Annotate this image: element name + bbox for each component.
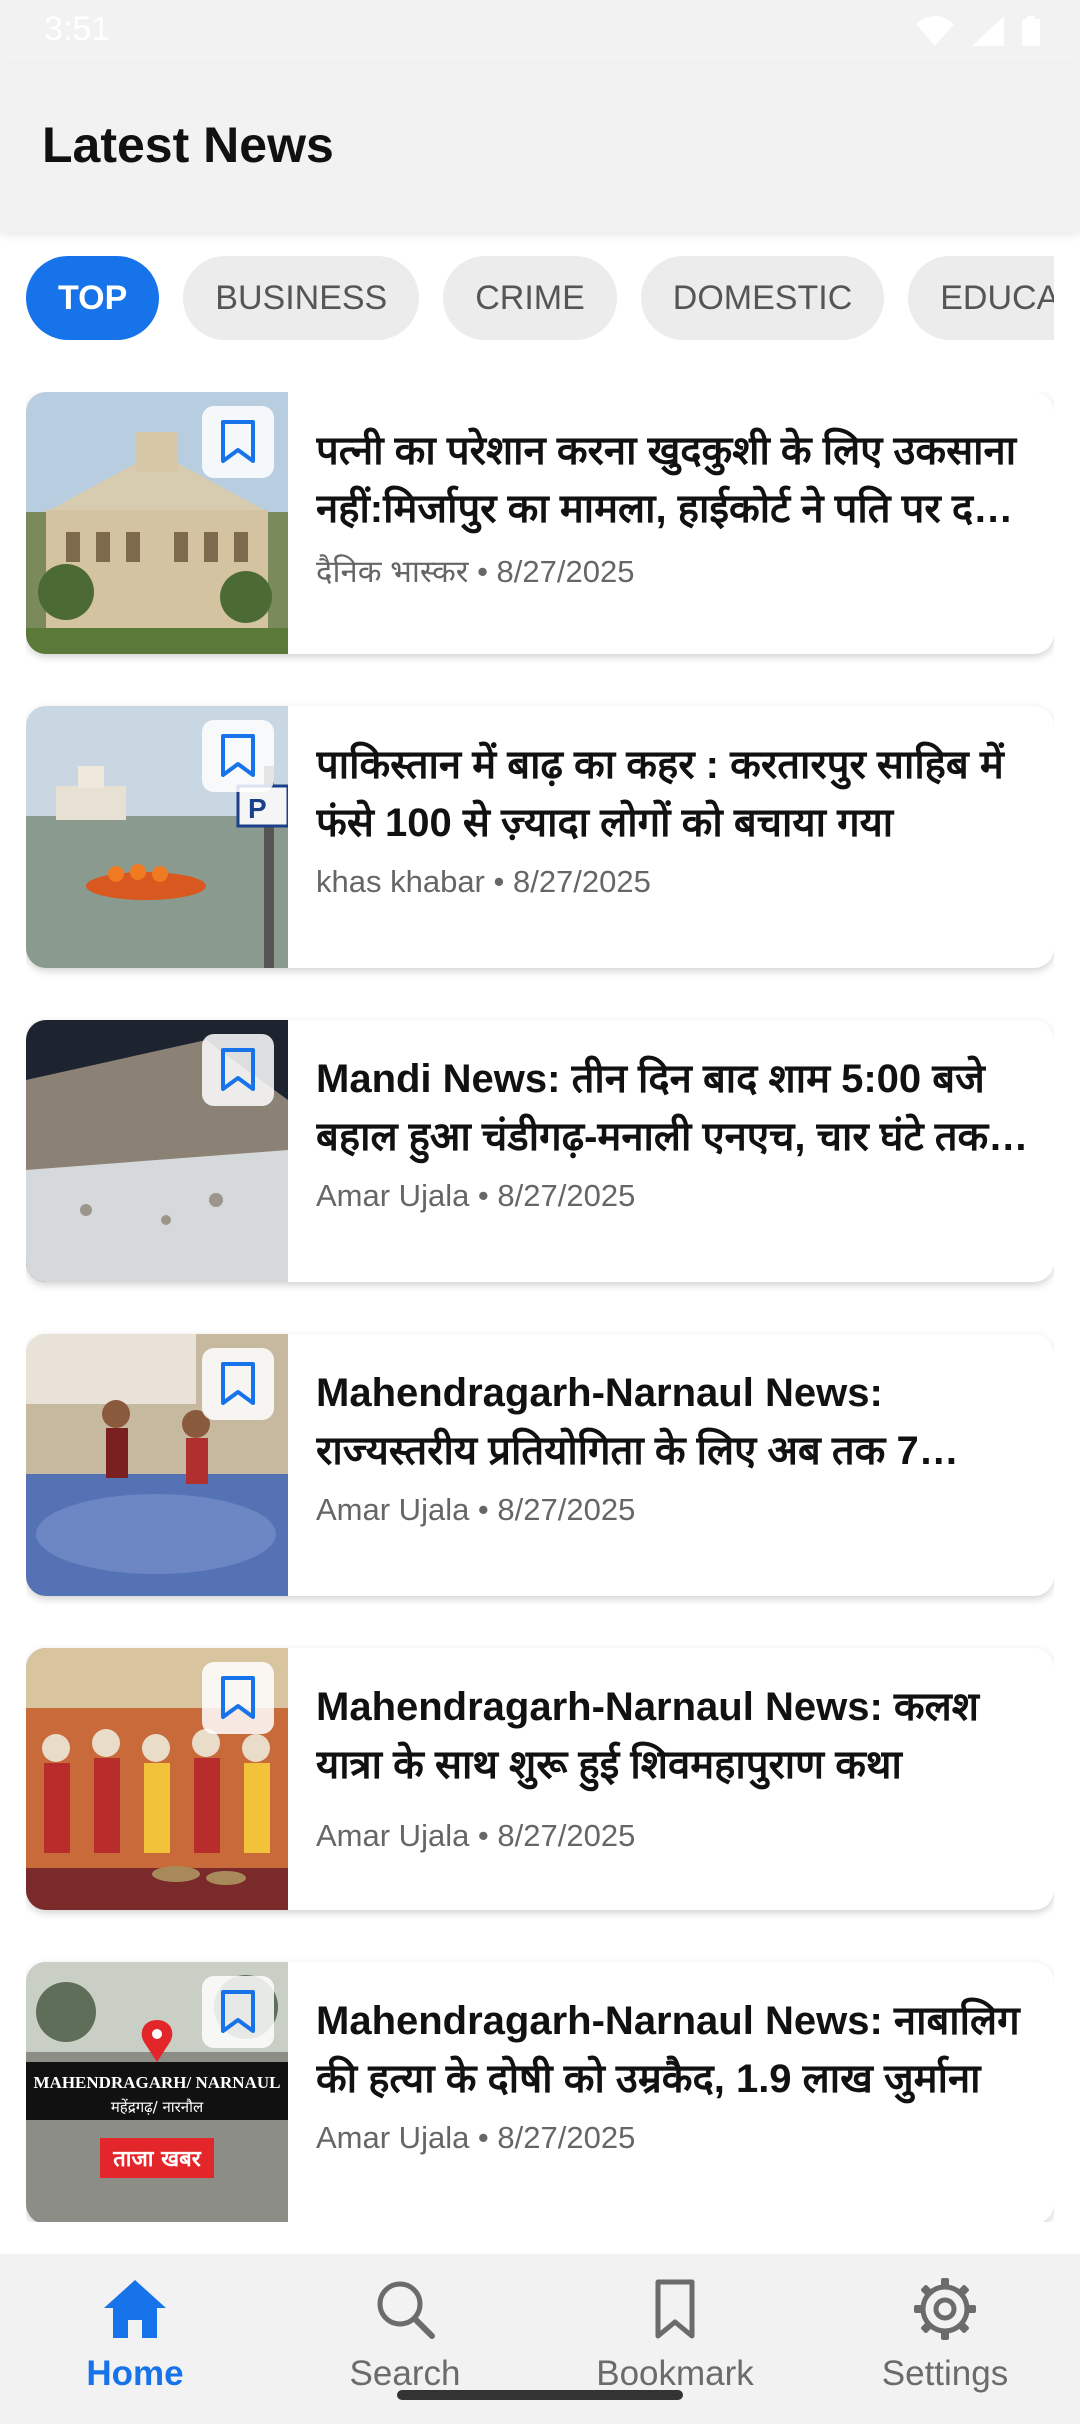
battery-icon [1022, 16, 1040, 46]
news-title: पाकिस्तान में बाढ़ का कहर : करतारपुर साह… [316, 743, 1004, 845]
bookmark-icon [221, 1048, 255, 1091]
chip-business[interactable]: BUSINESS [183, 256, 420, 340]
thumb-banner-text: MAHENDRAGARH/ NARNAUL [34, 2073, 281, 2092]
bookmark-icon [221, 734, 255, 777]
news-meta: दैनिक भास्कर • 8/27/2025 [316, 554, 635, 589]
bookmark-icon [221, 1676, 255, 1719]
app-bar: Latest News [0, 64, 1080, 232]
page-title: Latest News [42, 117, 334, 173]
nav-bookmark-label: Bookmark [596, 2354, 754, 2393]
news-meta: khas khabar • 8/27/2025 [316, 864, 651, 899]
home-icon [104, 2280, 166, 2338]
gesture-bar[interactable] [397, 2390, 683, 2400]
bookmark-button[interactable] [202, 406, 274, 478]
chip-crime[interactable]: CRIME [443, 256, 617, 340]
status-bar: 3:51 [0, 0, 1080, 64]
news-title: पत्नी का परेशान करना खुदकुशी के लिए उकसा… [316, 429, 1017, 531]
news-card[interactable]: पत्नी का परेशान करना खुदकुशी के लिए उकसा… [26, 392, 1054, 654]
search-icon [377, 2281, 435, 2339]
nav-settings[interactable]: Settings [810, 2254, 1080, 2424]
bookmark-button[interactable] [202, 1662, 274, 1734]
news-card[interactable]: Mandi News: तीन दिन बाद शाम 5:00 बजे बहा… [26, 1020, 1054, 1282]
news-feed[interactable]: पत्नी का परेशान करना खुदकुशी के लिए उकसा… [26, 392, 1054, 2222]
bookmark-icon [221, 1990, 255, 2033]
news-title: Mahendragarh-Narnaul News: राज्यस्तरीय प… [316, 1371, 919, 1473]
category-chips: TOP BUSINESS CRIME DOMESTIC EDUCATION [26, 256, 1054, 340]
news-card[interactable]: P पाकिस्तान में बाढ़ का कहर : करतारपुर स… [26, 706, 1054, 968]
chip-domestic[interactable]: DOMESTIC [640, 256, 885, 340]
news-title: Mandi News: तीन दिन बाद शाम 5:00 बजे बहा… [316, 1057, 989, 1159]
chip-top[interactable]: TOP [26, 256, 160, 340]
parking-sign-text: P [248, 793, 267, 824]
bookmark-icon [655, 2279, 695, 2339]
bookmark-icon [221, 1362, 255, 1405]
bookmark-button[interactable] [202, 1034, 274, 1106]
signal-icon [972, 16, 1004, 46]
bookmark-button[interactable] [202, 720, 274, 792]
thumb-banner-hindi: महेंद्रगढ़/ नारनौल [111, 2098, 204, 2116]
chip-education[interactable]: EDUCATION [908, 256, 1054, 340]
nav-home[interactable]: Home [0, 2254, 270, 2424]
news-card[interactable]: Mahendragarh-Narnaul News: कलश यात्रा के… [26, 1648, 1054, 1910]
news-card[interactable]: MAHENDRAGARH/ NARNAUL महेंद्रगढ़/ नारनौल… [26, 1962, 1054, 2222]
status-icons [916, 14, 1040, 48]
news-title: Mahendragarh-Narnaul News: कलश यात्रा के… [316, 1685, 979, 1787]
news-title: Mahendragarh-Narnaul News: नाबालिग की हत… [316, 1999, 1020, 2101]
news-meta: Amar Ujala • 8/27/2025 [316, 2120, 636, 2155]
nav-search-label: Search [349, 2354, 461, 2393]
news-card[interactable]: Mahendragarh-Narnaul News: राज्यस्तरीय प… [26, 1334, 1054, 1596]
nav-settings-label: Settings [881, 2354, 1009, 2393]
thumb-taaza-khabar: ताजा खबर [112, 2147, 201, 2172]
news-meta: Amar Ujala • 8/27/2025 [316, 1178, 636, 1213]
news-meta: Amar Ujala • 8/27/2025 [316, 1492, 636, 1527]
bookmark-icon [221, 420, 255, 463]
gear-icon [914, 2278, 976, 2340]
status-time: 3:51 [44, 10, 111, 48]
bookmark-button[interactable] [202, 1348, 274, 1420]
nav-home-label: Home [86, 2354, 184, 2393]
news-meta: Amar Ujala • 8/27/2025 [316, 1818, 636, 1853]
bookmark-button[interactable] [202, 1976, 274, 2048]
wifi-icon [916, 16, 954, 46]
